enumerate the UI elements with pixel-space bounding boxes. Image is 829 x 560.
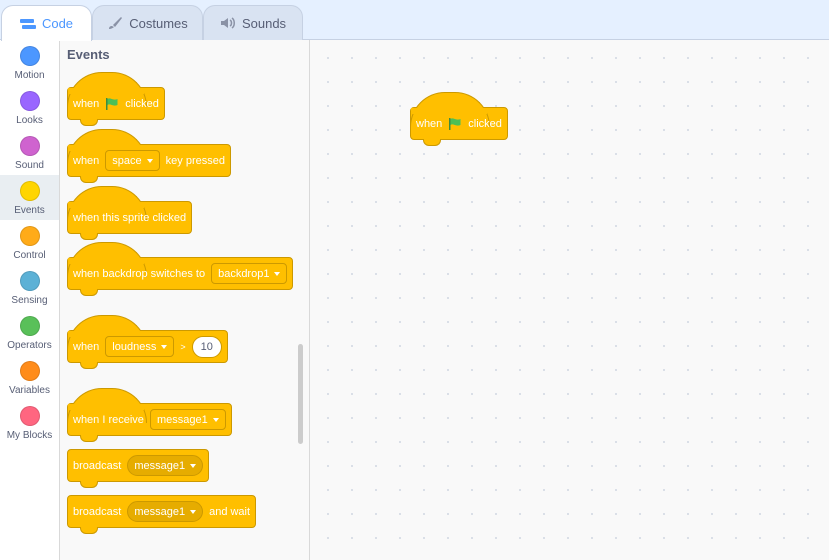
block-notch [80,527,98,534]
green-flag-icon [106,97,118,110]
tab-sounds[interactable]: Sounds [203,5,303,40]
block-text: broadcast [73,505,122,518]
tab-sounds-label: Sounds [241,15,287,31]
when-flag-clicked-block[interactable]: when clicked [67,72,165,126]
category-events[interactable]: Events [0,175,59,220]
block-text: when [73,154,100,167]
dropdown-value: message1 [134,459,186,472]
category-operators[interactable]: Operators [0,310,59,355]
tab-code[interactable]: Code [1,5,92,41]
block-notch [80,119,98,126]
tab-costumes-label: Costumes [129,15,188,31]
category-label: My Blocks [6,430,53,441]
editor-tab-bar: Code Costumes Sounds [0,0,829,41]
motion-color-dot [19,46,40,66]
chevron-down-icon [161,344,168,349]
dropdown-value: space [112,154,142,167]
dropdown-value: backdrop1 [218,267,270,280]
code-icon [19,18,36,29]
threshold-input[interactable]: 10 [191,335,222,358]
key-dropdown[interactable]: space [105,150,160,171]
category-label: Looks [16,115,43,126]
speaker-icon [220,17,235,29]
chevron-down-icon [190,463,197,468]
tab-costumes[interactable]: Costumes [92,5,203,40]
block-notch [80,289,98,296]
block-text: when [73,340,100,353]
dropdown-value: message1 [134,505,186,518]
sensing-color-dot [19,271,40,291]
block-text: key pressed [165,154,225,167]
broadcast-message-dropdown[interactable]: message1 [127,455,204,476]
block-text: when I receive [73,413,144,426]
category-label: Control [13,250,46,261]
category-motion[interactable]: Motion [0,40,59,85]
message-dropdown[interactable]: message1 [149,409,226,430]
category-label: Events [14,205,45,216]
category-label: Operators [7,340,52,351]
block-text: clicked [125,97,159,110]
block-notch [80,481,98,488]
category-label: Sensing [11,295,48,306]
block-text: clicked [468,117,502,130]
category-looks[interactable]: Looks [0,85,59,130]
backdrop-dropdown[interactable]: backdrop1 [211,263,288,284]
category-label: Variables [9,385,50,396]
block-notch [80,362,98,369]
block-text: when [416,117,443,130]
block-notch [80,435,98,442]
when-sprite-clicked-block[interactable]: when this sprite clicked [67,186,193,240]
block-notch [423,139,441,146]
chevron-down-icon [212,417,219,422]
block-text: when backdrop switches to [73,267,206,280]
chevron-down-icon [146,158,153,163]
control-color-dot [19,226,40,246]
when-key-pressed-block[interactable]: when space key pressed [67,129,231,183]
category-menu: Motion Looks Sound Events Control Sensin… [0,40,60,560]
tab-code-label: Code [41,16,74,31]
code-workspace[interactable]: when clicked [310,40,829,560]
block-notch [80,233,98,240]
category-sound[interactable]: Sound [0,130,59,175]
category-sensing[interactable]: Sensing [0,265,59,310]
chevron-down-icon [274,271,281,276]
broadcast-block[interactable]: broadcast message1 [67,449,210,488]
block-text: and wait [209,505,251,518]
category-my-blocks[interactable]: My Blocks [0,400,59,445]
looks-color-dot [19,91,40,111]
broadcast-wait-message-dropdown[interactable]: message1 [127,501,204,522]
block-notch [80,176,98,183]
block-palette: Events when clicked when space key press… [60,40,310,560]
events-color-dot [19,181,40,201]
block-text: broadcast [73,459,122,472]
dropdown-value: message1 [156,413,208,426]
variables-color-dot [19,361,40,381]
block-text: when this sprite clicked [73,211,187,224]
block-text: when [73,97,100,110]
category-label: Sound [15,160,44,171]
sensor-dropdown[interactable]: loudness [105,336,175,357]
my-blocks-color-dot [19,406,40,426]
category-variables[interactable]: Variables [0,355,59,400]
brush-icon [109,17,123,29]
category-label: Motion [14,70,45,81]
operator-symbol: > [180,341,186,352]
when-backdrop-switches-block[interactable]: when backdrop switches to backdrop1 [67,242,294,296]
dropdown-value: loudness [112,340,157,353]
green-flag-icon [449,117,461,130]
when-greater-than-block[interactable]: when loudness > 10 [67,315,228,369]
operators-color-dot [19,316,40,336]
when-i-receive-block[interactable]: when I receive message1 [67,388,232,442]
palette-scrollbar[interactable] [298,344,303,444]
chevron-down-icon [190,509,197,514]
workspace-when-flag-clicked-block[interactable]: when clicked [410,92,508,146]
broadcast-and-wait-block[interactable]: broadcast message1 and wait [67,495,257,534]
category-control[interactable]: Control [0,220,59,265]
sound-color-dot [19,136,40,156]
palette-section-title: Events [67,47,110,62]
